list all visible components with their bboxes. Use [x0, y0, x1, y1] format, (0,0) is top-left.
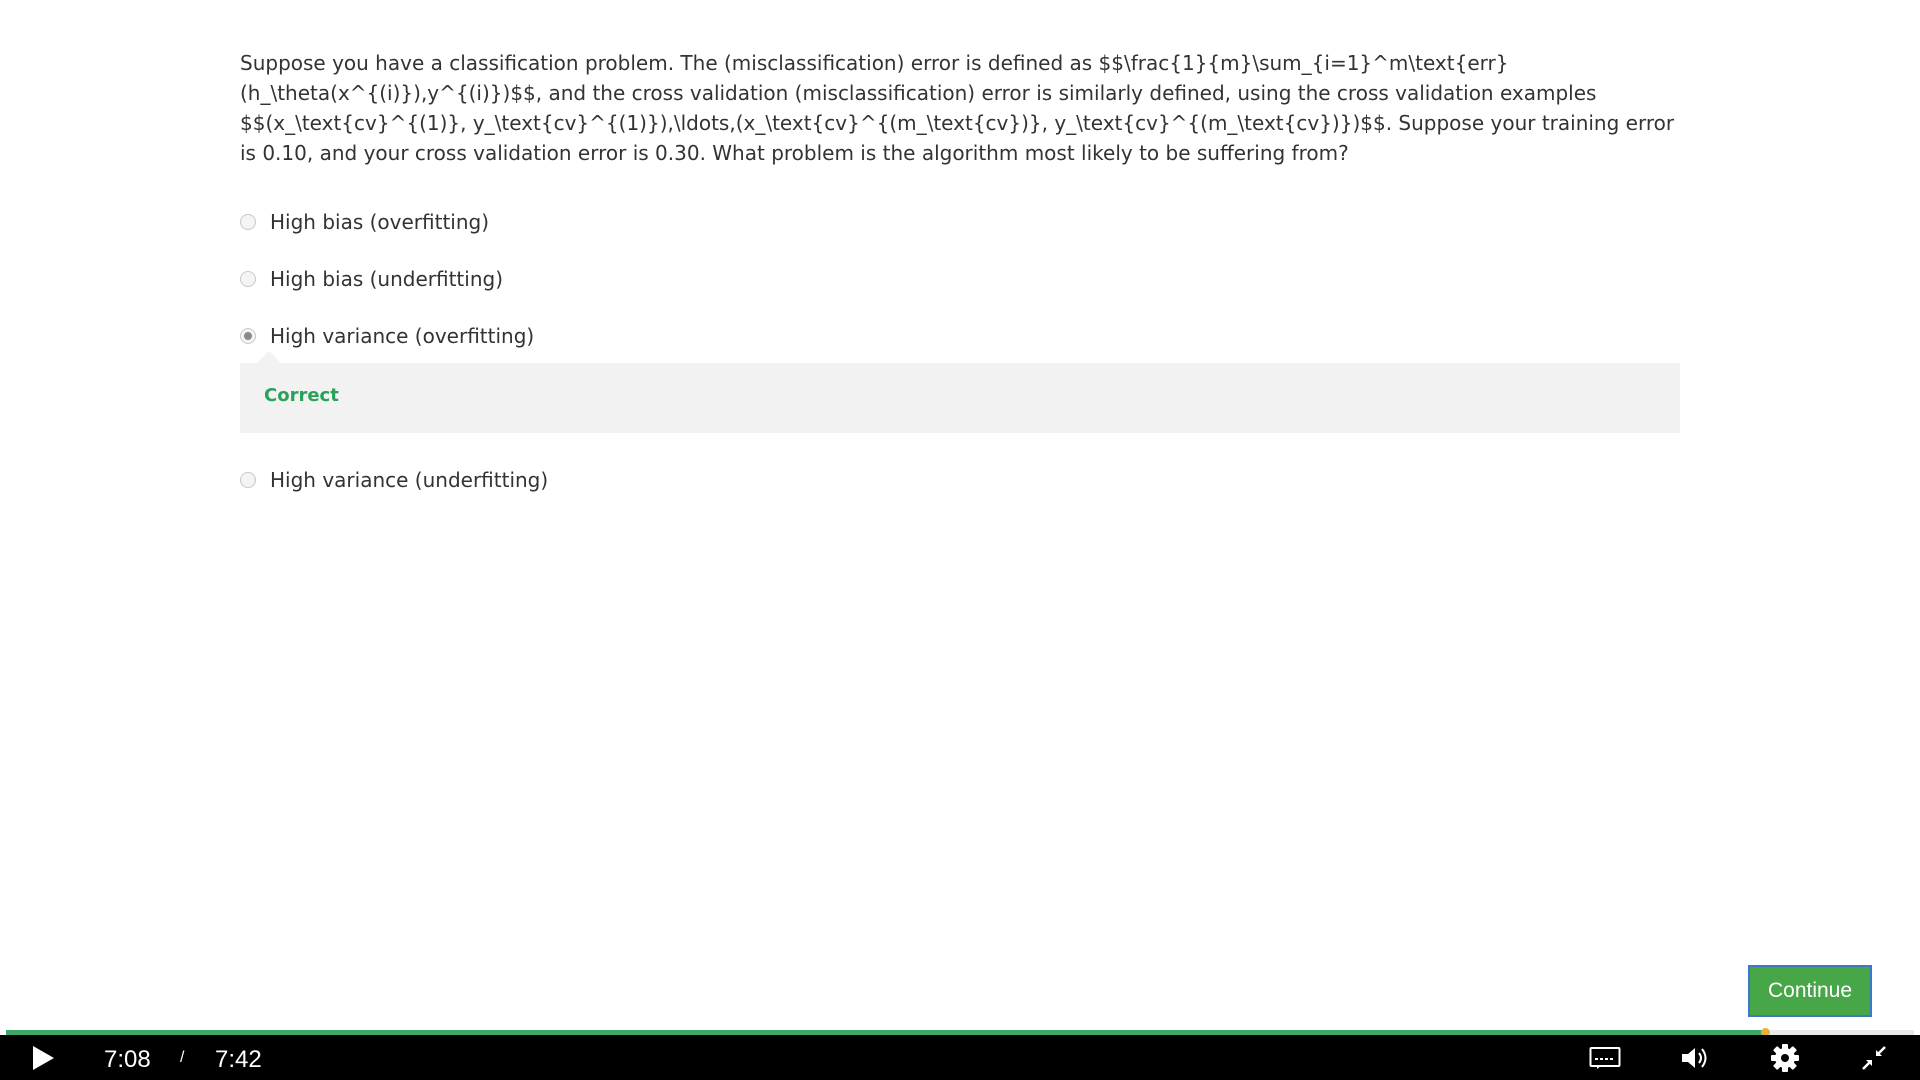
exit-fullscreen-icon[interactable]	[1859, 1043, 1889, 1073]
time-separator: /	[180, 1049, 185, 1066]
captions-icon[interactable]	[1588, 1044, 1622, 1072]
video-control-bar: 7:08 / 7:42	[0, 1035, 1920, 1080]
option-high-bias-underfitting[interactable]: High bias (underfitting)	[240, 261, 503, 297]
option-high-variance-overfitting[interactable]: High variance (overfitting)	[240, 318, 534, 354]
option-label: High variance (overfitting)	[270, 324, 535, 348]
feedback-correct-text: Correct	[264, 385, 339, 406]
option-label: High bias (overfitting)	[270, 210, 490, 234]
option-label: High bias (underfitting)	[270, 267, 503, 291]
radio-button-selected[interactable]	[240, 328, 256, 344]
volume-icon[interactable]	[1679, 1043, 1711, 1073]
settings-icon[interactable]	[1770, 1043, 1800, 1073]
option-high-variance-underfitting[interactable]: High variance (underfitting)	[240, 462, 548, 498]
option-label: High variance (underfitting)	[270, 468, 549, 492]
duration: 7:42	[215, 1046, 262, 1073]
radio-button[interactable]	[240, 214, 256, 230]
play-icon[interactable]	[28, 1043, 58, 1073]
feedback-box: Correct	[240, 351, 1680, 433]
option-high-bias-overfitting[interactable]: High bias (overfitting)	[240, 204, 489, 240]
quiz-video-overlay: Suppose you have a classification proble…	[0, 0, 1920, 1080]
radio-button[interactable]	[240, 472, 256, 488]
radio-button[interactable]	[240, 271, 256, 287]
current-time: 7:08	[104, 1046, 151, 1073]
continue-button[interactable]: Continue	[1748, 965, 1872, 1017]
question-text: Suppose you have a classification proble…	[240, 51, 1675, 165]
